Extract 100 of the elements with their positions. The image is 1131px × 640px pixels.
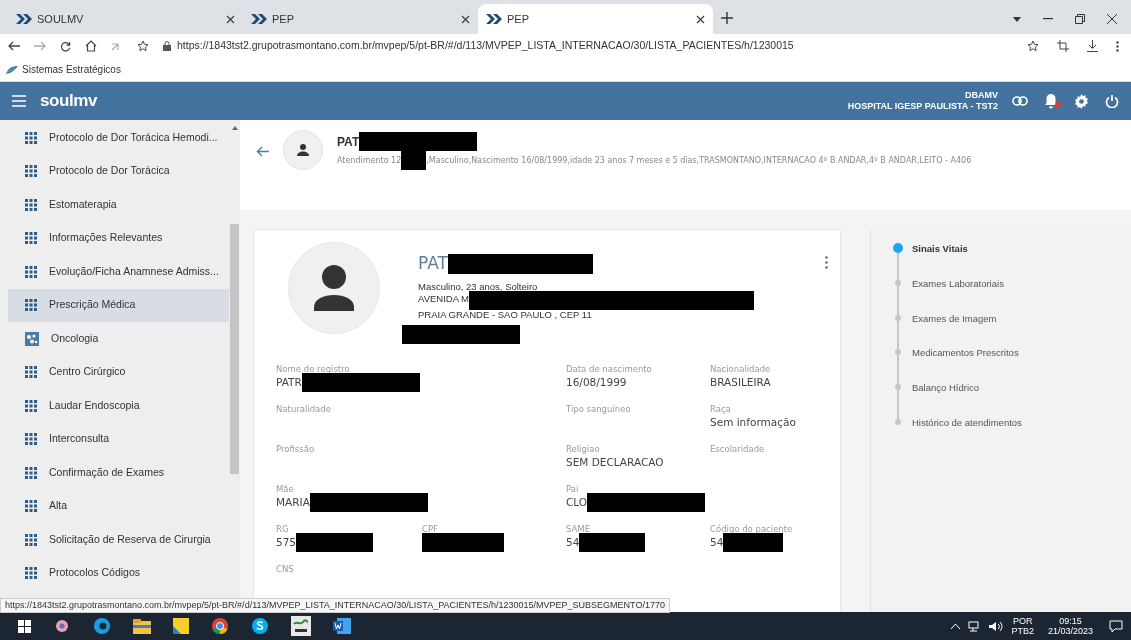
new-tab-icon[interactable] xyxy=(721,12,733,24)
field-value: 575 xyxy=(276,535,297,549)
crop-icon[interactable] xyxy=(1057,40,1069,52)
field-value: 16/08/1999 xyxy=(566,375,627,389)
sticky-notes-icon[interactable] xyxy=(173,618,189,634)
restore-icon[interactable] xyxy=(1075,14,1085,24)
timeline-item[interactable]: Medicamentos Prescritos xyxy=(893,346,1131,382)
close-icon[interactable] xyxy=(1107,14,1117,24)
app-logo: soulmv xyxy=(40,90,97,113)
scroll-up-icon[interactable] xyxy=(231,126,238,130)
sidebar-item[interactable]: Solicitação de Reserva de Cirurgia xyxy=(8,523,229,557)
back-icon[interactable] xyxy=(8,41,20,51)
tab-favicon-icon xyxy=(486,14,502,24)
browser-tab[interactable]: SOULMV xyxy=(8,4,243,34)
sidebar-item[interactable]: Protocolo de Dor Torácica xyxy=(8,154,229,188)
patient-name: PAT xyxy=(337,133,360,151)
windows-icon[interactable] xyxy=(18,619,31,633)
scrollbar-thumb[interactable] xyxy=(230,224,239,474)
field-label: Mãe xyxy=(276,484,295,495)
sidebar-item[interactable]: Oncologia xyxy=(8,322,229,356)
leaf-icon xyxy=(6,65,18,74)
network-icon[interactable] xyxy=(968,620,982,632)
grid-icon xyxy=(25,165,37,178)
close-icon[interactable] xyxy=(461,14,470,24)
folder-icon[interactable] xyxy=(133,618,151,634)
chrome-icon[interactable] xyxy=(211,617,229,635)
grid-icon xyxy=(25,533,37,546)
field-label: Naturalidade xyxy=(276,404,332,415)
close-icon[interactable] xyxy=(226,14,235,24)
skype-icon[interactable] xyxy=(251,617,269,635)
settings-icon[interactable] xyxy=(1074,93,1089,109)
field-label: RG xyxy=(276,524,290,535)
grid-icon xyxy=(25,131,37,144)
star-icon[interactable] xyxy=(1027,40,1039,52)
browser-icon[interactable] xyxy=(93,617,111,635)
browser-tab[interactable]: PEP xyxy=(478,4,713,34)
back-arrow-icon[interactable] xyxy=(256,146,269,157)
language-indicator[interactable]: POR xyxy=(1012,616,1033,626)
timeline-item[interactable]: Sinais Vitais xyxy=(893,242,1131,277)
timeline-item[interactable]: Exames de Imagem xyxy=(893,311,1131,347)
tab-favicon-icon xyxy=(16,14,32,24)
menu-icon[interactable] xyxy=(12,95,26,107)
field-label: Profissão xyxy=(276,444,316,455)
sidebar-item[interactable]: Estomaterapia xyxy=(8,188,229,222)
minimize-icon[interactable] xyxy=(1043,18,1053,20)
close-icon[interactable] xyxy=(696,14,705,24)
field-value: BRASILEIRA xyxy=(710,375,771,389)
address-bar[interactable]: https://1843tst2.grupotrasmontano.com.br/mvpep/5/pt-BR/#/d/113/MVPEP_LISTA_INTERNACAO/30/LISTA_PACIENTES/h/1230015 xyxy=(163,36,1013,56)
sidebar-item[interactable]: Protocolos Códigos xyxy=(8,556,229,590)
sidebar-item[interactable]: Centro Cirúrgico xyxy=(8,355,229,389)
sidebar-item[interactable]: Confirmação de Exames xyxy=(8,456,229,490)
dropdown-icon[interactable] xyxy=(1013,16,1021,22)
field-label: Nacionalidade xyxy=(710,364,772,375)
power-icon[interactable] xyxy=(1105,94,1119,108)
timeline-item[interactable]: Balanço Hídrico xyxy=(893,381,1131,416)
notifications-icon[interactable] xyxy=(1109,619,1123,633)
speaker-icon[interactable] xyxy=(989,620,1004,632)
more-icon[interactable] xyxy=(1116,40,1119,52)
bookmark[interactable]: Sistemas Estratégicos xyxy=(6,62,121,77)
field-label: CPF xyxy=(422,524,439,535)
tab-title: SOULMV xyxy=(37,11,85,27)
field-label: Tipo sanguíneo xyxy=(566,404,632,415)
sidebar-item[interactable]: Prescrição Médica xyxy=(8,288,229,322)
sidebar-item[interactable]: Evolução/Ficha Anamnese Admiss... xyxy=(8,255,229,289)
browser-tab[interactable]: PEP xyxy=(243,4,478,34)
app-icon[interactable] xyxy=(291,616,311,636)
star-icon[interactable] xyxy=(137,40,149,52)
reload-icon[interactable] xyxy=(60,40,71,52)
clock-time[interactable]: 09:15 xyxy=(1059,616,1082,626)
patient-summary: Masculino, 23 anos, Solteiro xyxy=(418,280,539,293)
patient-name: PAT xyxy=(418,252,448,275)
field-label: Raça xyxy=(710,404,732,415)
sidebar-item[interactable]: Alta xyxy=(8,489,229,523)
link-icon[interactable] xyxy=(1012,96,1028,106)
keyboard-layout[interactable]: PTB2 xyxy=(1011,626,1034,636)
home-icon[interactable] xyxy=(85,40,97,52)
patient-info: Atendimento 12 xyxy=(337,154,402,167)
field-value: SEM DECLARACAO xyxy=(566,455,664,469)
sidebar-item[interactable]: Interconsulta xyxy=(8,422,229,456)
lock-icon xyxy=(163,41,171,51)
field-label: Escolaridade xyxy=(710,444,766,455)
sidebar-item[interactable]: Laudar Endoscopia xyxy=(8,389,229,423)
field-label: Nome de registro xyxy=(276,364,351,375)
timeline-item[interactable]: Exames Laboratoriais xyxy=(893,276,1131,312)
download-icon[interactable] xyxy=(1087,40,1098,52)
more-icon[interactable] xyxy=(825,256,828,269)
grid-icon xyxy=(25,265,37,278)
grid-icon xyxy=(25,567,37,580)
sidebar-item[interactable]: Informações Relevantes xyxy=(8,221,229,255)
field-label: SAME xyxy=(566,524,592,535)
grid-icon xyxy=(25,232,37,245)
app-icon[interactable] xyxy=(53,618,71,634)
word-icon[interactable] xyxy=(333,618,351,634)
bell-icon[interactable] xyxy=(1044,93,1058,109)
field-label: Código do paciente xyxy=(710,524,794,535)
timeline-item[interactable]: Histórico de atendimentos xyxy=(893,416,1131,451)
clock-date[interactable]: 21/03/2023 xyxy=(1047,626,1093,636)
sidebar-item[interactable]: Protocolo de Dor Torácica Hemodi... xyxy=(8,121,229,155)
chevron-up-icon[interactable] xyxy=(951,623,961,629)
field-label: Religiao xyxy=(566,444,601,455)
